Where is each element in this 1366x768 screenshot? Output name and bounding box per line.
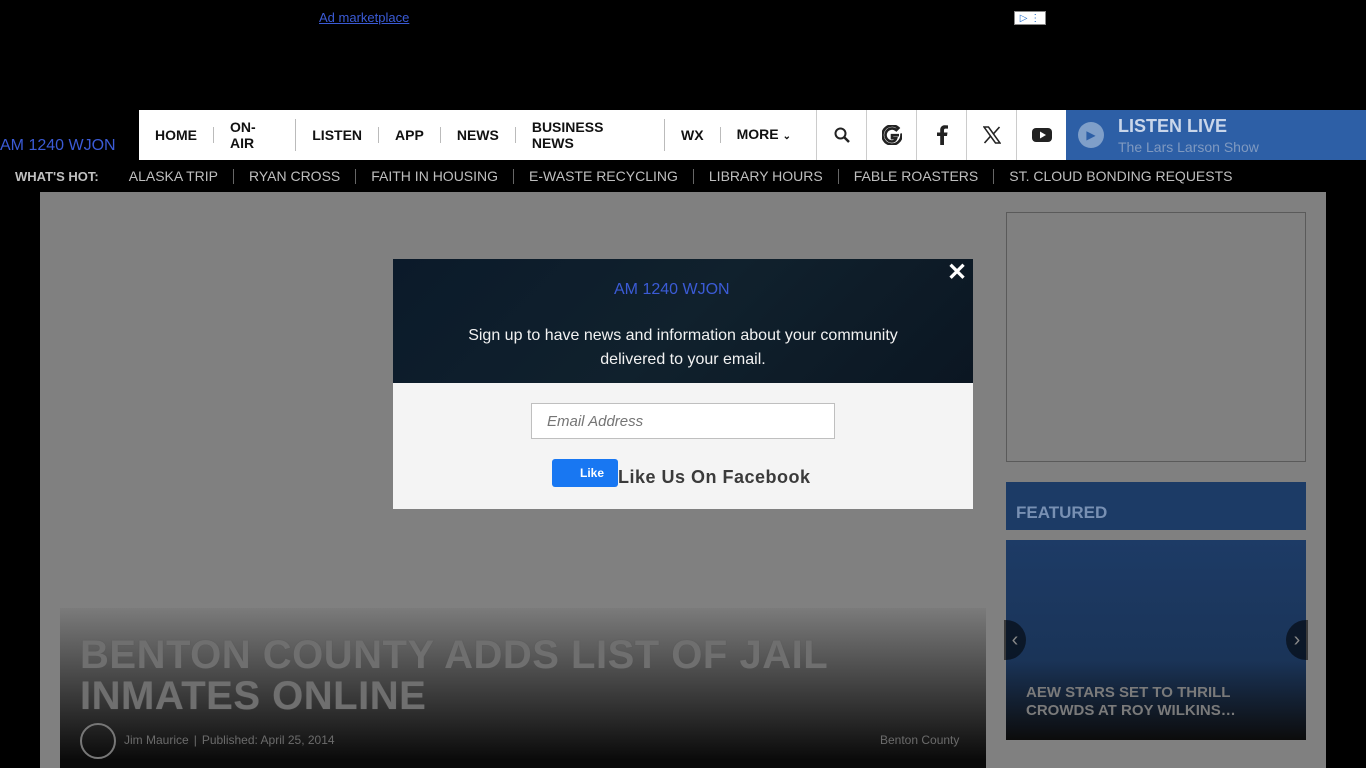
modal-message-line2: delivered to your email. (600, 351, 766, 368)
nav-more-label: MORE (736, 125, 779, 142)
hot-link-e-waste-recycling[interactable]: E-WASTE RECYCLING (514, 168, 694, 184)
nav-item-more[interactable]: MORE ⌄ (721, 126, 807, 145)
modal-message-line1: Sign up to have news and information abo… (468, 327, 898, 344)
nav-item-home[interactable]: HOME (155, 127, 214, 143)
hot-link-fable-roasters[interactable]: FABLE ROASTERS (839, 168, 995, 184)
article-tag[interactable]: Benton County (880, 733, 959, 747)
modal-body: Like Like Us On Facebook (393, 383, 973, 509)
nav-menu: HOME ON-AIR LISTEN APP NEWS BUSINESS NEW… (139, 110, 807, 160)
x-icon[interactable] (966, 110, 1016, 160)
listen-live-text: LISTEN LIVE The Lars Larson Show (1118, 116, 1259, 155)
chevron-down-icon: ⌄ (782, 130, 791, 142)
author-avatar (80, 723, 116, 759)
hot-link-st-cloud-bonding-requests[interactable]: ST. CLOUD BONDING REQUESTS (994, 168, 1247, 184)
whats-hot-label: WHAT'S HOT: (15, 168, 99, 184)
author-name[interactable]: Jim Maurice (124, 733, 189, 747)
email-field[interactable] (531, 403, 835, 439)
featured-title[interactable]: AEW STARS SET TO THRILL CROWDS AT ROY WI… (1026, 684, 1286, 720)
nav-item-business-news[interactable]: BUSINESS NEWS (516, 119, 666, 151)
site-logo[interactable]: AM 1240 WJON (0, 137, 116, 155)
play-icon: ▶ (1078, 122, 1104, 148)
hot-link-alaska-trip[interactable]: ALASKA TRIP (114, 168, 234, 184)
nav-item-on-air[interactable]: ON-AIR (214, 119, 297, 151)
listen-live-title: LISTEN LIVE (1118, 115, 1228, 136)
whats-hot-bar: WHAT'S HOT: ALASKA TRIP RYAN CROSS FAITH… (15, 168, 1248, 184)
search-icon[interactable] (816, 110, 866, 160)
article-byline: Jim Maurice | Published: April 25, 2014 (124, 733, 335, 747)
nav-icon-group: ▶ LISTEN LIVE The Lars Larson Show (816, 110, 1366, 160)
newsletter-modal: AM 1240 WJON ✕ Sign up to have news and … (393, 259, 973, 509)
hot-link-ryan-cross[interactable]: RYAN CROSS (234, 168, 357, 184)
byline-separator: | (193, 733, 197, 747)
facebook-icon[interactable] (916, 110, 966, 160)
sidebar-ad[interactable] (1006, 212, 1306, 462)
facebook-like-label: Like Us On Facebook (618, 467, 811, 487)
nav-item-wx[interactable]: WX (665, 127, 721, 143)
hot-link-library-hours[interactable]: LIBRARY HOURS (694, 168, 839, 184)
close-icon[interactable]: ✕ (947, 261, 967, 285)
nav-item-app[interactable]: APP (379, 127, 441, 143)
top-ad-image[interactable]: Ad marketplace (319, 10, 409, 25)
published-date: Published: April 25, 2014 (201, 733, 335, 747)
ad-choices-icon[interactable]: ▷ ⋮ (1014, 11, 1046, 25)
hot-link-faith-in-housing[interactable]: FAITH IN HOUSING (356, 168, 515, 184)
nav-item-listen[interactable]: LISTEN (296, 127, 380, 143)
modal-message: Sign up to have news and information abo… (393, 324, 973, 372)
modal-header: AM 1240 WJON ✕ Sign up to have news and … (393, 259, 973, 383)
featured-header: FEATURED (1006, 482, 1306, 530)
youtube-icon[interactable] (1016, 110, 1066, 160)
listen-live-show: The Lars Larson Show (1118, 138, 1259, 155)
google-icon[interactable] (866, 110, 916, 160)
main-nav: HOME ON-AIR LISTEN APP NEWS BUSINESS NEW… (139, 110, 1366, 160)
nav-item-news[interactable]: NEWS (441, 127, 516, 143)
modal-logo: AM 1240 WJON (614, 281, 730, 298)
listen-live-button[interactable]: ▶ LISTEN LIVE The Lars Larson Show (1066, 110, 1366, 160)
facebook-like-button[interactable]: Like (552, 459, 618, 487)
article-title: BENTON COUNTY ADDS LIST OF JAIL INMATES … (80, 633, 828, 718)
